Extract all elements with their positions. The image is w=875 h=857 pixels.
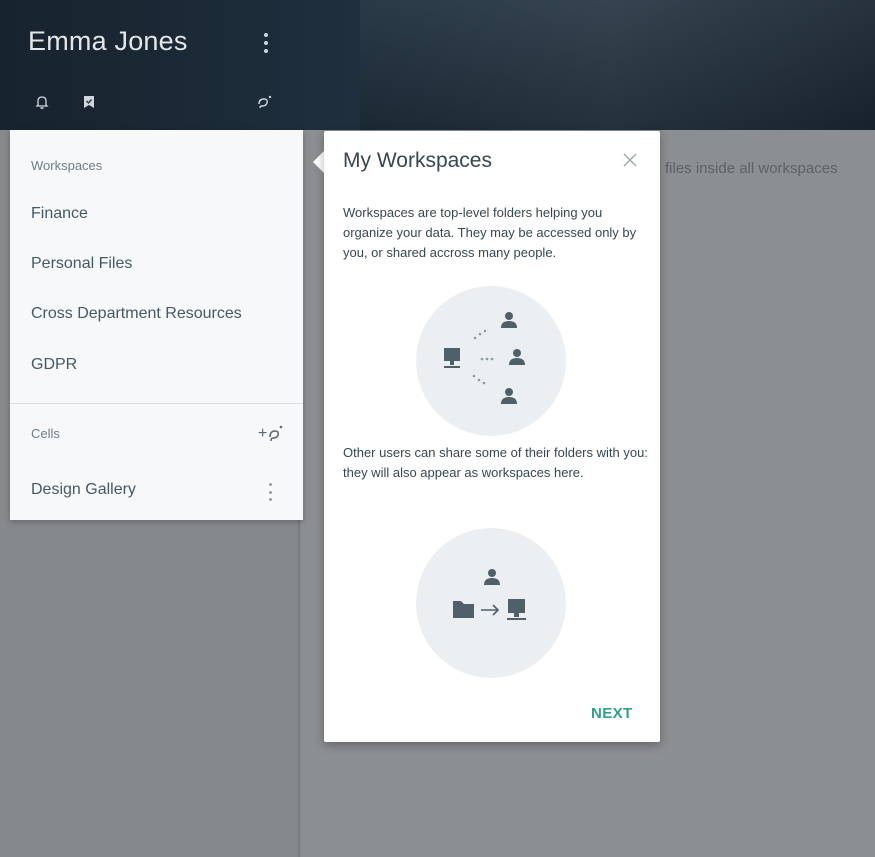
person-icon <box>509 349 525 365</box>
computer-icon <box>444 348 460 361</box>
header-glare <box>360 0 875 130</box>
workspace-item-cross-department[interactable]: Cross Department Resources <box>31 305 242 323</box>
popover-arrow <box>313 151 324 173</box>
shared-workspace-illustration <box>416 286 566 436</box>
user-header: Emma Jones <box>0 0 300 130</box>
search-hint-text: files inside all workspaces <box>665 160 838 177</box>
popover-paragraph-2: Other users can share some of their fold… <box>343 445 648 480</box>
bell-icon[interactable] <box>34 94 50 110</box>
folder-share-illustration <box>416 528 566 678</box>
workspace-item-personal-files[interactable]: Personal Files <box>31 255 132 273</box>
person-icon <box>484 569 500 585</box>
close-icon[interactable] <box>619 149 641 171</box>
arrow-right-icon <box>481 604 500 616</box>
drawer-divider <box>10 403 303 404</box>
popover-paragraph-1: Workspaces are top-level folders helping… <box>343 205 637 260</box>
user-name[interactable]: Emma Jones <box>28 26 188 57</box>
popover-title: My Workspaces <box>343 149 492 172</box>
svg-text:+: + <box>258 425 267 442</box>
cells-logo-icon[interactable] <box>255 94 272 110</box>
person-icon <box>501 312 517 328</box>
tour-popover: My Workspaces Workspaces are top-level f… <box>324 131 660 742</box>
folder-icon <box>453 601 474 618</box>
cells-section-title: Cells <box>31 426 60 441</box>
bookmark-check-icon[interactable] <box>81 94 97 110</box>
workspace-item-finance[interactable]: Finance <box>31 205 88 223</box>
workspaces-section-title: Workspaces <box>31 158 103 173</box>
add-cell-icon[interactable]: + <box>258 422 288 444</box>
computer-icon <box>508 599 525 613</box>
cell-item-design-gallery[interactable]: Design Gallery <box>31 481 136 499</box>
cell-item-menu-icon[interactable] <box>266 483 274 501</box>
workspaces-drawer: Workspaces Finance Personal Files Cross … <box>10 130 303 520</box>
workspace-item-gdpr[interactable]: GDPR <box>31 356 77 374</box>
next-button[interactable]: NEXT <box>591 705 633 722</box>
person-icon <box>501 388 517 404</box>
user-menu-icon[interactable] <box>257 30 275 56</box>
